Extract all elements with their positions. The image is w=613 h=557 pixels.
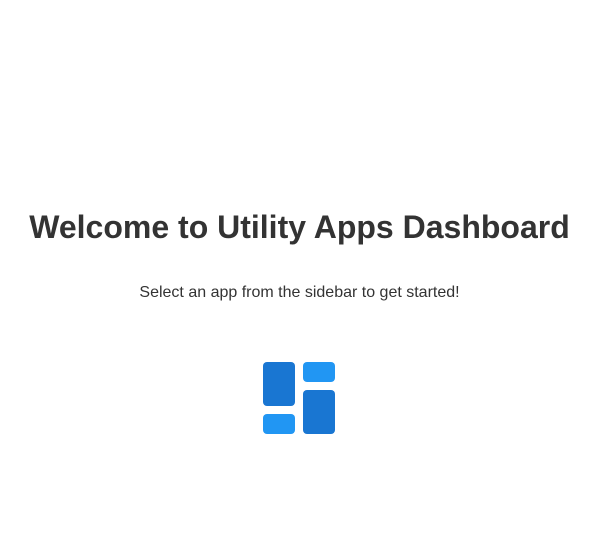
dashboard-tile-bottom-right xyxy=(303,390,335,434)
dashboard-tile-top-left xyxy=(263,362,295,406)
dashboard-tile-bottom-left xyxy=(263,414,295,434)
welcome-title: Welcome to Utility Apps Dashboard xyxy=(29,209,570,245)
dashboard-icon xyxy=(263,362,335,434)
welcome-screen: Welcome to Utility Apps Dashboard Select… xyxy=(0,0,613,557)
welcome-subtitle: Select an app from the sidebar to get st… xyxy=(139,284,460,301)
dashboard-tile-top-right xyxy=(303,362,335,382)
